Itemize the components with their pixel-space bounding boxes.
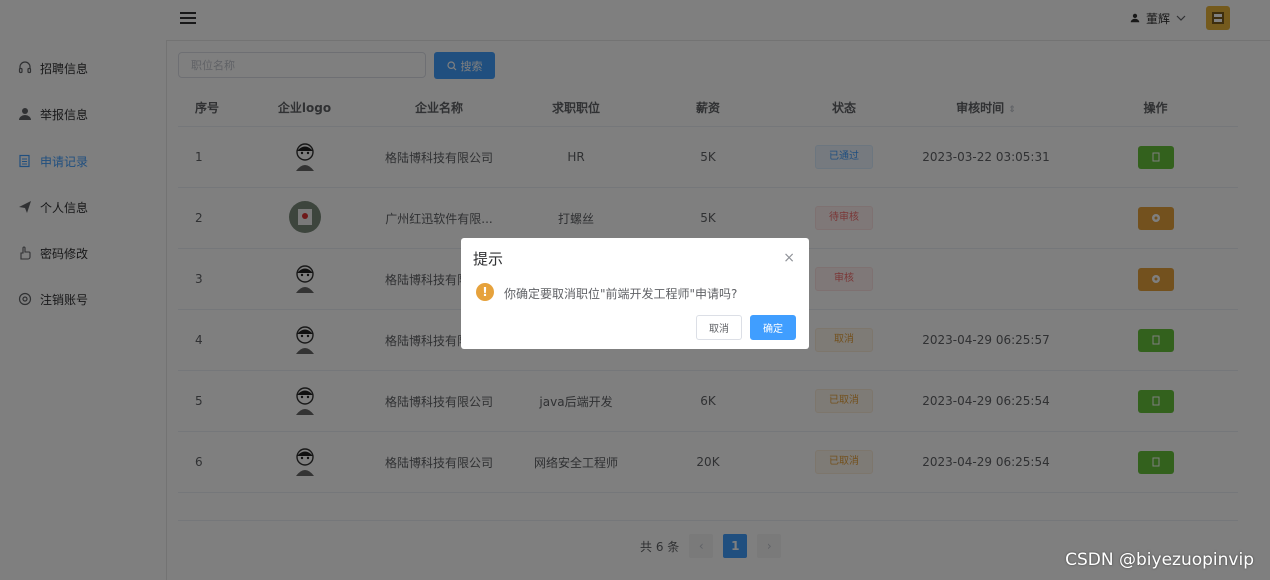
dialog-confirm-button[interactable]: 确定: [750, 315, 796, 340]
close-icon[interactable]: ×: [783, 250, 795, 266]
dialog-title: 提示: [473, 250, 504, 268]
confirm-dialog: 提示 × ! 你确定要取消职位"前端开发工程师"申请吗? 取消 确定: [461, 238, 809, 349]
warning-icon: !: [476, 283, 494, 301]
dialog-cancel-button[interactable]: 取消: [696, 315, 742, 340]
dialog-message: 你确定要取消职位"前端开发工程师"申请吗?: [504, 287, 738, 301]
watermark: CSDN @biyezuopinvip: [1065, 550, 1254, 570]
